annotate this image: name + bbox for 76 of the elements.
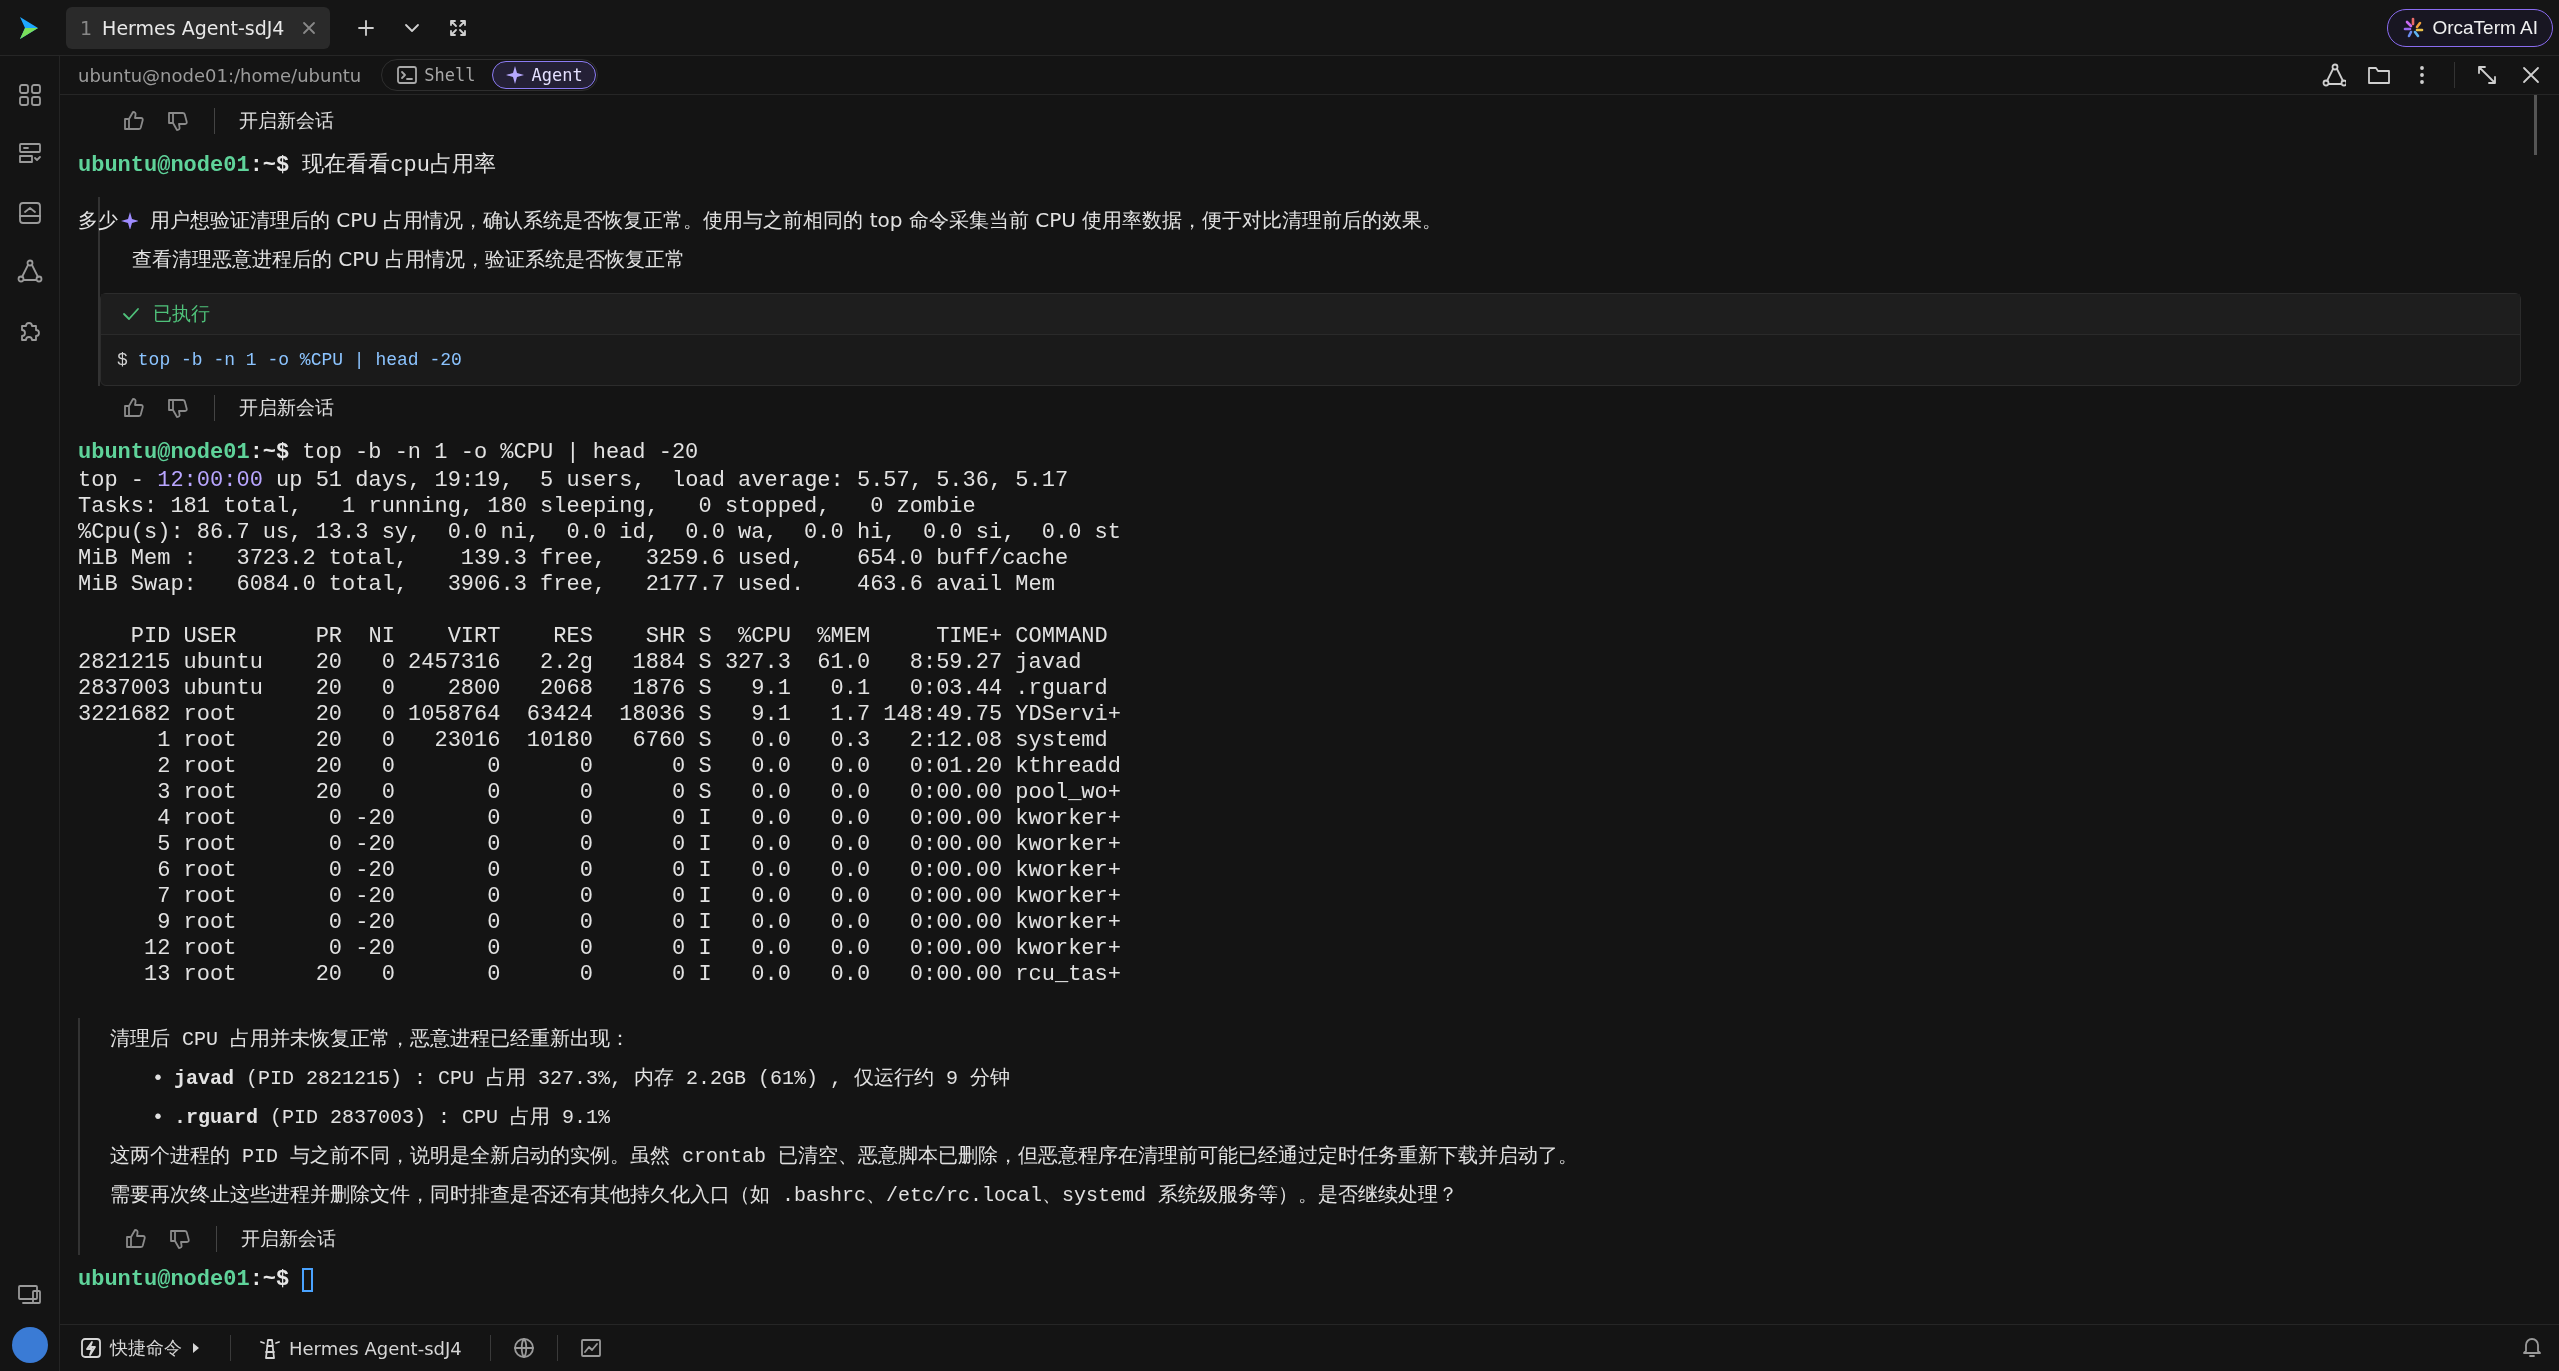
output-line: 9 root 0 -20 0 0 0 I 0.0 0.0 0:00.00 kworker+	[156, 910, 1121, 936]
answer-text: 需要再次终止这些进程并删除文件，同时排查是否还有其他持久化入口（如 .bashrc、/etc/rc.local、systemd 系统级服务等）。是否继续处理？	[110, 1183, 1459, 1209]
ai-button[interactable]: OrcaTerm AI	[2387, 8, 2553, 47]
output-line: 3 root 20 0 0 0 0 S 0.0 0.0 0:00.00 pool_wo+	[156, 780, 1121, 806]
sparkle-icon	[120, 211, 138, 229]
status-label: 已执行	[153, 301, 210, 326]
thumbs-up-icon[interactable]	[122, 396, 146, 420]
output-line: 1 root 20 0 23016 10180 6760 S 0.0 0.3 2:12.08 systemd	[156, 728, 1108, 754]
expand-icon[interactable]	[2475, 63, 2499, 87]
prompt-path: :~$	[249, 1266, 290, 1294]
answer-text: 这两个进程的 PID 与之前不同，说明是全新启动的实例。虽然 crontab 已清空、恶意脚本已删除，但恶意程序在清理前可能已经通过定时任务重新下载并启动了。	[110, 1144, 1579, 1170]
quick-commands-button[interactable]: 快捷命令	[74, 1332, 208, 1364]
output-line: 2821215 ubuntu 20 0 2457316 2.2g 1884 S 327.3 61.0 8:59.27 javad	[78, 650, 1082, 676]
nodes-icon[interactable]	[16, 259, 43, 285]
mode-tab[interactable]: Agent	[492, 61, 596, 89]
thumbs-up-icon[interactable]	[122, 109, 146, 133]
output-line: 13 root 20 0 0 0 0 I 0.0 0.0 0:00.00 rcu_tas+	[143, 962, 1121, 988]
tab-title: Hermes Agent-sdJ4	[102, 16, 285, 39]
output-line: 4 root 0 -20 0 0 0 I 0.0 0.0 0:00.00 kworker+	[156, 806, 1121, 832]
new-chat-link[interactable]: 开启新会话	[241, 1226, 336, 1252]
output-line: 7 root 0 -20 0 0 0 I 0.0 0.0 0:00.00 kworker+	[156, 884, 1121, 910]
sparkle-logo-icon	[2402, 16, 2425, 39]
command-text: top -b -n 1 -o %CPU | head -20	[302, 439, 699, 467]
nodes-icon[interactable]	[2322, 63, 2346, 87]
fullscreen-icon[interactable]	[448, 17, 469, 38]
globe-icon[interactable]	[512, 1337, 535, 1359]
prompt-path: :~$	[249, 152, 290, 180]
terminal-icon	[396, 64, 419, 86]
new-chat-link[interactable]: 开启新会话	[239, 108, 334, 134]
avatar[interactable]	[11, 1327, 48, 1363]
output-line: 12 root 0 -20 0 0 0 I 0.0 0.0 0:00.00 kworker+	[143, 936, 1121, 962]
command-text: 现在看看cpu占用率	[302, 151, 496, 180]
output-line: 5 root 0 -20 0 0 0 I 0.0 0.0 0:00.00 kworker+	[156, 832, 1121, 858]
output-line: MiB Swap: 6084.0 total, 3906.3 free, 2177.7 used. 463.6 avail Mem	[78, 572, 1055, 598]
output-line: 6 root 0 -20 0 0 0 I 0.0 0.0 0:00.00 kworker+	[156, 858, 1121, 884]
dollar-sign: $	[117, 350, 128, 370]
session-button[interactable]: Hermes Agent-sdJ4	[253, 1332, 468, 1364]
output-line: MiB Mem : 3723.2 total, 139.3 free, 3259.6 used, 654.0 buff/cache	[78, 546, 1069, 572]
output-line: %Cpu(s): 86.7 us, 13.3 sy, 0.0 ni, 0.0 id, 0.0 wa, 0.0 hi, 0.0 si, 0.0 st	[78, 520, 1121, 546]
output-line: 2 root 20 0 0 0 0 S 0.0 0.0 0:01.20 kthreadd	[156, 754, 1121, 780]
bullet-mark: •	[152, 1105, 164, 1131]
reasoning-text: 用户想验证清理后的 CPU 占用情况，确认系统是否恢复正常。使用与之前相同的 top 命令采集当前 CPU 使用率数据，便于对比清理前后的效果。	[150, 207, 1443, 234]
agent-label: 多少	[78, 207, 118, 234]
output-line: Tasks: 181 total, 1 running, 180 sleeping, 0 stopped, 0 zombie	[78, 494, 976, 520]
session-path: ubuntu@node01:/home/ubuntu	[78, 64, 362, 86]
bullet-mark: •	[152, 1066, 164, 1092]
apps-grid-icon[interactable]	[16, 82, 43, 108]
prompt-user: ubuntu@node01	[78, 439, 250, 467]
list-item: javad (PID 2821215) : CPU 占用 327.3%, 内存 2.2GB (61%) , 仅运行约 9 分钟	[174, 1066, 1011, 1092]
command-text: top -b -n 1 -o %CPU | head -20	[137, 350, 462, 370]
answer-text: 清理后 CPU 占用并未恢复正常，恶意进程已经重新出现：	[110, 1027, 630, 1053]
add-tab-icon[interactable]	[356, 17, 377, 38]
output-line: PID USER PR NI VIRT RES SHR S %CPU %MEM TIME+ COMMAND	[129, 624, 1108, 650]
output-line: 2837003 ubuntu 20 0 2800 2068 1876 S 9.1 0.1 0:03.44 .rguard	[78, 676, 1108, 702]
thumbs-down-icon[interactable]	[168, 1227, 192, 1251]
drive-icon[interactable]	[16, 200, 43, 226]
prompt-path: :~$	[249, 439, 290, 467]
session-tab[interactable]: 1 Hermes Agent-sdJ4	[66, 6, 331, 49]
chart-icon[interactable]	[579, 1337, 602, 1359]
bolt-icon	[80, 1337, 102, 1359]
thumbs-down-icon[interactable]	[166, 109, 190, 133]
thumbs-up-icon[interactable]	[124, 1227, 148, 1251]
list-item: .rguard (PID 2837003) : CPU 占用 9.1%	[174, 1105, 611, 1131]
devices-icon[interactable]	[16, 1282, 43, 1306]
scrollbar-thumb[interactable]	[2534, 95, 2537, 155]
mode-tab[interactable]: Shell	[383, 61, 489, 89]
output-line: top - 12:00:00 up 51 days, 19:19, 5 users, load average: 5.57, 5.36, 5.17	[78, 468, 1069, 494]
prompt-user: ubuntu@node01	[78, 1266, 250, 1294]
tab-number: 1	[80, 16, 93, 39]
thumbs-down-icon[interactable]	[166, 396, 190, 420]
new-chat-link[interactable]: 开启新会话	[239, 395, 334, 421]
tower-icon	[259, 1336, 281, 1360]
bell-icon[interactable]	[2521, 1336, 2543, 1360]
prompt-user: ubuntu@node01	[78, 152, 250, 180]
output-line: 3221682 root 20 0 1058764 63424 18036 S 9.1 1.7 148:49.75 YDServi+	[78, 702, 1121, 728]
summary-text: 查看清理恶意进程后的 CPU 占用情况，验证系统是否恢复正常	[131, 246, 687, 273]
